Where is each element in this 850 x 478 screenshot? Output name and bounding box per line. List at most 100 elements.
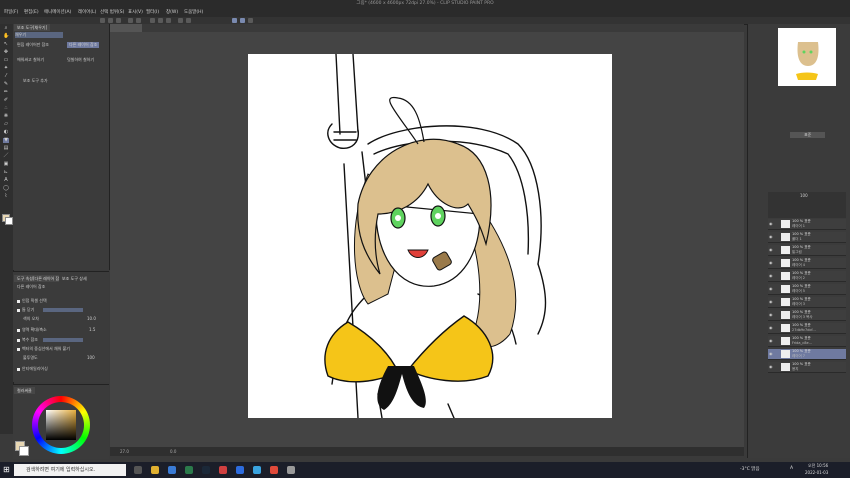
eye-icon[interactable]: ◉ [769, 325, 773, 330]
gradient-icon[interactable]: ▤ [3, 146, 9, 151]
app2-icon[interactable] [219, 466, 227, 474]
menu-help[interactable]: 도움말(H) [184, 8, 203, 17]
prop-vector-center[interactable]: 벡터의 중심선에서 채워 붙기 [17, 346, 70, 352]
frame-icon[interactable]: ▣ [3, 162, 9, 167]
save-icon[interactable] [116, 18, 121, 23]
chrome-icon[interactable] [270, 466, 278, 474]
menu-selection[interactable]: 선택 범위(S) [100, 8, 124, 17]
app3-icon[interactable] [236, 466, 244, 474]
eye-icon[interactable]: ◉ [769, 338, 773, 343]
taskbar-search-input[interactable]: 검색하려면 여기에 입력하십시오. [14, 464, 126, 476]
pen-icon[interactable]: ✎ [3, 82, 9, 87]
saturation-square[interactable] [46, 410, 76, 440]
eye-icon[interactable]: ◉ [769, 260, 773, 265]
layer-row[interactable]: ◉ 100 % 표준 레이어 5 [768, 284, 846, 295]
auto-select-icon[interactable]: ✦ [3, 66, 9, 71]
eye-icon[interactable]: ◉ [769, 273, 773, 278]
app-icon[interactable] [185, 466, 193, 474]
angle-value[interactable]: 0.0 [170, 447, 176, 456]
subtool-item-enclose[interactable]: 에워싸고 칠하기 [17, 57, 44, 63]
navigator-preview[interactable] [778, 28, 836, 86]
layer-property-label[interactable]: 표준 [790, 132, 826, 138]
subtool-item-edit-layer[interactable]: 편집 레이어만 참조 [17, 42, 49, 48]
snap-ruler-icon[interactable] [232, 18, 237, 23]
subtool-tab[interactable]: 보조 도구[채우기] [14, 24, 51, 31]
task-view-icon[interactable] [134, 466, 142, 474]
invert-selection-icon[interactable] [178, 18, 183, 23]
subtool-detail-tab[interactable]: 보조 도구 상세 [59, 275, 90, 282]
checkbox-icon[interactable] [17, 308, 20, 312]
clear-icon[interactable] [150, 18, 155, 23]
area-scaling-value[interactable]: 1.5 [89, 327, 95, 333]
input-language[interactable]: A [790, 466, 793, 471]
edge-icon[interactable] [253, 466, 261, 474]
layer-row[interactable]: ◉ 100 % 표준 폴더 1 [768, 232, 846, 243]
show-selection-icon[interactable] [186, 18, 191, 23]
clock-time[interactable]: 오전 10:56 [808, 463, 828, 469]
menu-filter[interactable]: 필터(I) [146, 8, 159, 17]
file-explorer-icon[interactable] [151, 466, 159, 474]
checkbox-icon[interactable] [17, 299, 20, 303]
layer-row[interactable]: ◉ 100 % 표준 27db9c7dcf... [768, 323, 846, 334]
blend-icon[interactable]: ◐ [3, 130, 9, 135]
layer-row[interactable]: ◉ 100 % 표준 레이어 1 [768, 219, 846, 230]
menu-view[interactable]: 표시(V) [128, 8, 143, 17]
menu-file[interactable]: 파일(F) [4, 8, 18, 17]
snap-grid-icon[interactable] [240, 18, 245, 23]
figure-icon[interactable]: ／ [3, 154, 9, 159]
color-wheel-tab[interactable]: 컬러써클 [14, 387, 35, 394]
menu-layer[interactable]: 레이어(L) [78, 8, 96, 17]
deselect-icon[interactable] [166, 18, 171, 23]
clock-date[interactable]: 2022-01-03 [805, 470, 828, 475]
weather-text[interactable]: -3°C 맑음 [740, 466, 760, 472]
store-icon[interactable] [168, 466, 176, 474]
color-margin-value[interactable]: 10.0 [87, 316, 96, 322]
transform-icon[interactable] [158, 18, 163, 23]
magnifier-icon[interactable]: ⌕ [3, 26, 9, 31]
snap-special-icon[interactable] [248, 18, 253, 23]
undo-icon[interactable] [128, 18, 133, 23]
selection-icon[interactable]: ▭ [3, 58, 9, 63]
layer-row[interactable]: ◉ 100 % 표준 레이어 3 복사 [768, 310, 846, 321]
new-file-icon[interactable] [100, 18, 105, 23]
eye-icon[interactable]: ◉ [769, 247, 773, 252]
prop-adjacent-pixel[interactable]: 인접 픽셀 선택 [17, 298, 47, 304]
sub-color-swatch[interactable] [5, 217, 13, 225]
layer-row[interactable]: ◉ 100 % 표준 레이어 7 [768, 349, 846, 360]
eye-icon[interactable]: ◉ [769, 221, 773, 226]
layer-row[interactable]: ◉ 100 % 표준 밑그림 [768, 245, 846, 256]
checkbox-icon[interactable] [17, 367, 20, 371]
decoration-icon[interactable]: ❋ [3, 114, 9, 119]
zoom-value[interactable]: 27.0 [120, 447, 129, 456]
checkbox-icon[interactable] [17, 347, 20, 351]
move-layer-icon[interactable]: ✥ [3, 50, 9, 55]
fill-icon[interactable]: ▼ [3, 138, 9, 143]
balloon-icon[interactable]: ◯ [3, 186, 9, 191]
brush-icon[interactable]: ✐ [3, 98, 9, 103]
subtool-item-paint-over[interactable]: 덧칠하여 칠하기 [67, 57, 94, 63]
checkbox-icon[interactable] [17, 338, 20, 342]
text-icon[interactable]: A [3, 178, 9, 183]
open-file-icon[interactable] [108, 18, 113, 23]
redo-icon[interactable] [136, 18, 141, 23]
sub-color-chip[interactable] [19, 446, 29, 456]
layer-opacity-value[interactable]: 100 [800, 193, 808, 198]
layer-row[interactable]: ◉ 100 % 표준 레이어 3 [768, 297, 846, 308]
prop-multiple-refer[interactable]: 복수 참조 [17, 337, 38, 343]
eye-icon[interactable]: ◉ [769, 286, 773, 291]
eye-icon[interactable]: ◉ [769, 364, 773, 369]
prop-antialias[interactable]: 안티에일리어싱 [17, 366, 48, 372]
opacity-value[interactable]: 100 [87, 355, 95, 361]
menu-window[interactable]: 창(W) [166, 8, 178, 17]
eyedropper-icon[interactable]: ⁄ [3, 74, 9, 79]
eye-icon[interactable]: ◉ [769, 351, 773, 356]
prop-area-scaling[interactable]: 영역 확대/축소 [17, 327, 47, 333]
hand-icon[interactable]: ✋ [3, 34, 9, 39]
layer-row[interactable]: ◉ 100 % 표준 레이어 2 [768, 271, 846, 282]
windows-start-icon[interactable]: ⊞ [3, 466, 10, 474]
steam-icon[interactable] [202, 466, 210, 474]
canvas-page[interactable] [248, 53, 612, 419]
eraser-icon[interactable]: ▱ [3, 122, 9, 127]
menu-animation[interactable]: 애니메이션(A) [44, 8, 71, 17]
subtool-group-fill[interactable]: 채우기 [15, 32, 63, 38]
